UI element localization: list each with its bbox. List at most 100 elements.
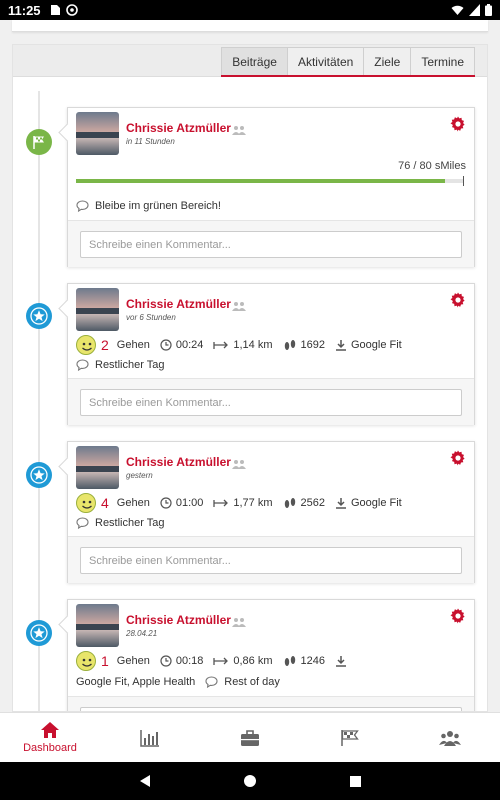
activity-source: Google Fit [350, 339, 402, 351]
tab-beitraege[interactable]: Beiträge [221, 47, 288, 75]
activity-count: 4 [101, 495, 109, 511]
activity-star-icon [26, 620, 52, 646]
battery-icon [485, 4, 492, 16]
speech-bubble-icon [205, 676, 218, 688]
home-circle-icon[interactable] [243, 774, 257, 788]
group-visibility-icon [232, 302, 246, 311]
note-text: Restlicher Tag [95, 517, 165, 529]
footsteps-icon [284, 656, 295, 666]
activity-count: 1 [101, 653, 109, 669]
note-text: Rest of day [224, 676, 280, 688]
settings-gear-icon[interactable] [450, 608, 466, 624]
comment-input[interactable] [80, 547, 462, 574]
activity-post-card: Chrissie Atzmüller vor 6 Stunden 2 Gehen… [67, 283, 475, 425]
tab-group: Beiträge Aktivitäten Ziele Termine [221, 47, 475, 77]
post-time: in 11 Stunden [126, 137, 175, 146]
download-icon [335, 656, 346, 667]
activity-post-card: Chrissie Atzmüller gestern 4 Gehen 01:00… [67, 441, 475, 583]
clock-icon [160, 497, 172, 509]
activity-source: Google Fit, Apple Health [76, 676, 196, 688]
nav-dashboard-label: Dashboard [23, 742, 77, 754]
group-icon [439, 730, 461, 746]
avatar [76, 288, 119, 331]
smiley-icon [76, 335, 96, 355]
avatar [76, 604, 119, 647]
comment-area [68, 696, 474, 711]
speech-bubble-icon [76, 200, 89, 212]
smiley-icon [76, 493, 96, 513]
signal-icon [469, 4, 480, 16]
activity-stats: 1 Gehen 00:18 0,86 km 1246 [76, 651, 466, 671]
avatar [76, 446, 119, 489]
flags-icon [341, 729, 359, 746]
clock-icon [160, 655, 172, 667]
note-text: Restlicher Tag [95, 359, 165, 371]
tab-aktivitaeten[interactable]: Aktivitäten [287, 47, 365, 75]
tab-ziele[interactable]: Ziele [364, 47, 412, 75]
activity-count: 2 [101, 337, 109, 353]
sim-card-icon [50, 5, 60, 15]
activity-distance: 0,86 km [233, 655, 273, 667]
tabs-bar: Beiträge Aktivitäten Ziele Termine [13, 45, 487, 77]
status-time: 11:25 [8, 2, 41, 18]
speech-bubble-icon [76, 359, 89, 371]
timeline-line [38, 91, 40, 711]
status-bar: 11:25 [0, 0, 500, 20]
author-name[interactable]: Chrissie Atzmüller [126, 455, 231, 469]
back-icon[interactable] [139, 774, 151, 788]
briefcase-icon [241, 729, 259, 746]
distance-icon [213, 341, 229, 349]
progress-bar [76, 176, 464, 186]
goal-post-card: Chrissie Atzmüller in 11 Stunden 76 / 80… [67, 107, 475, 267]
settings-gear-icon[interactable] [450, 116, 466, 132]
progress-target-marker [463, 176, 464, 186]
nav-statistics[interactable] [100, 713, 200, 762]
activity-stats: 2 Gehen 00:24 1,14 km 1692 Google Fit [76, 335, 466, 355]
settings-gear-icon[interactable] [450, 450, 466, 466]
post-time: 28.04.21 [126, 629, 158, 638]
comment-area [68, 536, 474, 583]
distance-icon [213, 657, 229, 665]
wifi-icon [451, 5, 464, 15]
system-navigation-bar [0, 762, 500, 800]
distance-icon [213, 499, 229, 507]
settings-gear-icon[interactable] [450, 292, 466, 308]
comment-input[interactable] [80, 389, 462, 416]
activity-duration: 01:00 [175, 497, 204, 509]
feed-panel: Beiträge Aktivitäten Ziele Termine Chris… [12, 44, 488, 712]
avatar [76, 112, 119, 155]
activity-steps: 2562 [300, 497, 325, 509]
activity-star-icon [26, 462, 52, 488]
tab-termine[interactable]: Termine [411, 47, 475, 75]
group-visibility-icon [232, 618, 246, 627]
nav-goals[interactable] [300, 713, 400, 762]
nav-dashboard[interactable]: Dashboard [0, 713, 100, 762]
note-row: Restlicher Tag [76, 359, 165, 371]
author-name[interactable]: Chrissie Atzmüller [126, 613, 231, 627]
footsteps-icon [284, 340, 295, 350]
note-text: Bleibe im grünen Bereich! [95, 200, 221, 212]
nav-groups[interactable] [400, 713, 500, 762]
author-name[interactable]: Chrissie Atzmüller [126, 121, 231, 135]
activity-type: Gehen [116, 497, 150, 509]
download-icon [335, 498, 346, 509]
note-row: Bleibe im grünen Bereich! [76, 200, 221, 212]
nav-briefcase[interactable] [200, 713, 300, 762]
activity-type: Gehen [116, 339, 150, 351]
recents-square-icon[interactable] [349, 775, 362, 788]
activity-duration: 00:24 [175, 339, 204, 351]
note-row: Google Fit, Apple Health Rest of day [76, 676, 280, 688]
post-time: vor 6 Stunden [126, 313, 176, 322]
activity-steps: 1692 [300, 339, 325, 351]
comment-area [68, 378, 474, 425]
note-row: Restlicher Tag [76, 517, 165, 529]
home-icon [41, 722, 59, 738]
bar-chart-icon [140, 729, 159, 747]
activity-source: Google Fit [350, 497, 402, 509]
activity-stats: 4 Gehen 01:00 1,77 km 2562 Google Fit [76, 493, 466, 513]
activity-duration: 00:18 [175, 655, 204, 667]
comment-input[interactable] [80, 231, 462, 258]
activity-steps: 1246 [300, 655, 325, 667]
author-name[interactable]: Chrissie Atzmüller [126, 297, 231, 311]
progress-fill [76, 179, 445, 183]
